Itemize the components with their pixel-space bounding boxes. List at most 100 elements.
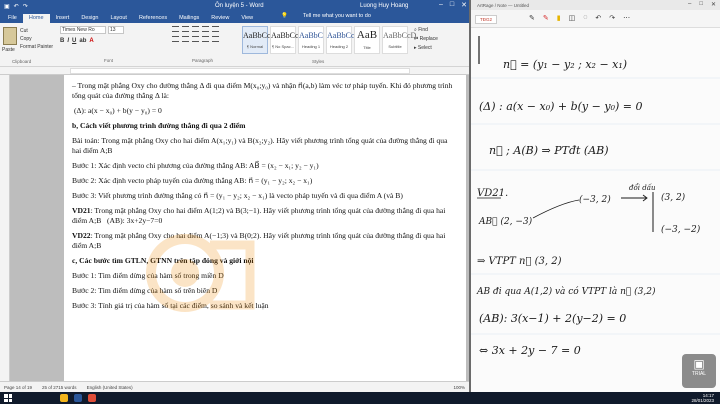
multilevel-icon[interactable] [192,26,199,32]
replace-label: Replace [419,36,438,42]
quick-access-toolbar: ▣ ↶ ↷ [4,3,28,10]
highlighter-icon[interactable]: ▮ [557,14,561,22]
align-left-icon[interactable] [172,36,179,42]
heading-b: b, Cách viết phương trình đường thẳng đi… [72,121,246,130]
paragraph-problem: Bài toán: Trong mặt phẳng Oxy cho hai đi… [72,136,448,155]
horizontal-ruler[interactable] [0,67,469,75]
windows-start-icon[interactable] [4,394,12,402]
save-icon[interactable]: ▣ [4,3,10,10]
word-app-icon[interactable] [74,394,82,402]
word-count[interactable]: 25 of 2715 words [42,385,77,390]
find-button[interactable]: ⌕ Find [414,26,438,35]
minimize-icon[interactable]: – [688,1,691,8]
replace-button[interactable]: ⇄ Replace [414,35,438,44]
tab-view[interactable]: View [235,14,259,23]
bullets-icon[interactable] [172,26,179,32]
system-tray[interactable]: 14:17 28/01/2023 [691,393,714,403]
line-spacing-icon[interactable] [212,36,219,42]
select-label: Select [417,45,432,51]
zoom-level[interactable]: 100% [453,385,465,390]
note-tab[interactable]: TĐG2 [475,15,498,24]
handwriting-canvas[interactable]: n⃗ = (y₁ − y₂ ; x₂ − x₁) (Δ) : a(x − x₀)… [471,28,720,392]
font-name-dropdown[interactable]: Times New Ro [60,26,106,34]
tab-references[interactable]: References [133,14,173,23]
redo-icon[interactable]: ↷ [23,3,28,10]
page-count[interactable]: Page 14 of 19 [4,385,32,390]
tab-file[interactable]: File [2,14,23,23]
style-name: ¶ No Spac... [272,44,294,49]
justify-icon[interactable] [202,36,209,42]
close-icon[interactable]: ✕ [461,1,467,9]
clipboard-group-label: Clipboard [12,59,32,64]
pen-tools: ✎ ✎ ▮ ◫ ◌ ↶ ↷ ⋯ [529,14,630,22]
file-explorer-icon[interactable] [60,394,68,402]
document-page[interactable]: – Trong mặt phẳng Oxy cho đường thẳng Δ … [64,75,466,381]
formula-general: (Δ): a(x − x₀) + b(y − y₀) = 0 [74,106,162,115]
font-color-button[interactable]: A [89,38,93,44]
note-title-bar: ArtRage / Note — Untitled – □ ✕ [471,0,720,10]
pen-icon[interactable]: ✎ [529,14,535,22]
paragraph-intro: – Trong mặt phẳng Oxy cho đường thẳng Δ … [72,81,453,100]
trial-badge[interactable]: ▣ TRIAL [682,354,716,388]
align-right-icon[interactable] [192,36,199,42]
redo-icon[interactable]: ↷ [609,14,615,22]
lasso-icon[interactable]: ◌ [583,14,587,22]
format-painter-button[interactable]: Format Painter [20,44,53,50]
styles-group-label: Styles [312,59,325,64]
style-heading-2[interactable]: AaBbCc Heading 2 [326,26,355,54]
style-name: Heading 1 [301,44,321,49]
note-vec-pos: (3, 2) [661,192,686,203]
tell-me-box[interactable]: 💡 Tell me what you want to do [269,11,383,23]
user-name[interactable]: Luong Huy Hoang [360,3,408,9]
style-title[interactable]: AaB Title [354,26,380,54]
vertical-ruler[interactable] [0,75,10,381]
copy-button[interactable]: Copy [20,36,32,42]
numbering-icon[interactable] [182,26,189,32]
tab-design[interactable]: Design [75,14,104,23]
style-sample: AaBbCcD [271,31,305,40]
note-vec-negneg: (−3, −2) [661,224,701,235]
lightbulb-icon: 💡 [281,13,289,19]
style-no-spacing[interactable]: AaBbCcD ¶ No Spac... [270,26,305,54]
close-icon[interactable]: ✕ [711,1,716,8]
tab-layout[interactable]: Layout [104,14,133,23]
font-size-dropdown[interactable]: 13 [108,26,124,34]
select-button[interactable]: ▸ Select [414,44,438,53]
style-normal[interactable]: AaBbCcD ¶ Normal [242,26,276,54]
style-name: Title [363,45,371,50]
cut-button[interactable]: Cut [20,28,28,34]
note-app-icon[interactable] [88,394,96,402]
undo-icon[interactable]: ↶ [14,3,19,10]
maximize-icon[interactable]: □ [699,1,703,8]
red-pen-icon[interactable]: ✎ [543,14,549,22]
taskbar-apps [60,394,96,402]
language-status[interactable]: English (United States) [87,385,133,390]
style-heading-1[interactable]: AaBbC Heading 1 [298,26,324,54]
paste-button[interactable] [3,27,17,45]
note-ab-passes: AB đi qua A(1,2) và có VTPT là n⃗ (3,2) [476,286,656,297]
underline-button[interactable]: U [72,38,76,44]
decrease-indent-icon[interactable] [202,26,209,32]
align-center-icon[interactable] [182,36,189,42]
eraser-icon[interactable]: ◫ [569,14,576,22]
increase-indent-icon[interactable] [212,26,219,32]
style-subtitle[interactable]: AaBbCcD Subtitle [382,26,416,54]
minimize-icon[interactable]: – [439,1,443,9]
tab-insert[interactable]: Insert [50,14,76,23]
tab-home[interactable]: Home [22,14,50,23]
more-icon[interactable]: ⋯ [623,14,630,22]
tab-mailings[interactable]: Mailings [173,14,205,23]
word-window: ▣ ↶ ↷ Ôn luyện 5 - Word Luong Huy Hoang … [0,0,469,392]
maximize-icon[interactable]: □ [450,1,454,9]
vd22-label: VD22 [72,231,91,240]
strikethrough-button[interactable]: ab [79,38,86,44]
bold-button[interactable]: B [60,38,64,44]
tab-review[interactable]: Review [205,14,235,23]
italic-button[interactable]: I [67,38,69,44]
clipboard-group: Paste Cut Copy Format Painter Clipboard [2,25,56,65]
paragraph-group-label: Paragraph [192,58,214,63]
c-step-1: Bước 1: Tìm điểm dừng của hàm số trong m… [72,271,224,280]
window-controls: – □ ✕ [439,1,467,9]
undo-icon[interactable]: ↶ [595,14,601,22]
note-eq-final: ⇔ 3x + 2y − 7 = 0 [479,344,581,357]
